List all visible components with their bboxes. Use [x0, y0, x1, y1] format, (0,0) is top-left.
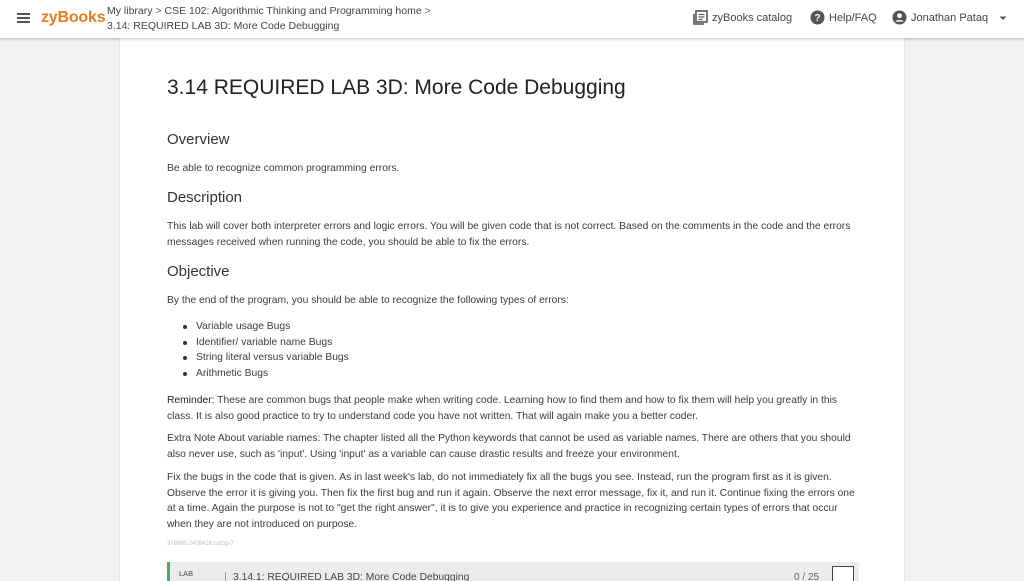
breadcrumb-course-home[interactable]: CSE 102: Algorithmic Thinking and Progra… [164, 5, 421, 17]
page-title: 3.14 REQUIRED LAB 3D: More Code Debuggin… [167, 76, 626, 99]
book-catalog-icon [693, 10, 708, 25]
question-circle-icon: ? [810, 10, 825, 25]
list-item: Arithmetic Bugs [182, 366, 349, 382]
fix-instructions-paragraph: Fix the bugs in the code that is given. … [167, 472, 855, 530]
user-name: Jonathan Pataq [911, 11, 989, 24]
svg-text:?: ? [814, 13, 820, 24]
lab-title: 3.14.1: REQUIRED LAB 3D: More Code Debug… [233, 572, 470, 581]
breadcrumb-separator: > [421, 5, 431, 17]
reminder-text: These are common bugs that people make w… [167, 395, 838, 422]
description-heading: Description [167, 189, 243, 206]
zybooks-catalog-link[interactable]: zyBooks catalog [693, 10, 792, 26]
reminder-paragraph: Reminder: These are common bugs that peo… [167, 393, 857, 424]
lab-divider [225, 572, 226, 581]
overview-heading: Overview [167, 131, 230, 148]
lab-activity-header[interactable]: LAB 3.14.1: REQUIRED LAB 3D: More Code D… [167, 562, 859, 581]
account-circle-icon [892, 10, 907, 25]
breadcrumb-separator: > [152, 5, 165, 17]
user-menu[interactable]: Jonathan Pataq [892, 10, 1008, 25]
breadcrumb-my-library[interactable]: My library [107, 5, 153, 17]
overview-text: Be able to recognize common programming … [167, 163, 400, 174]
top-bar: zyBooks My library > CSE 102: Algorithmi… [0, 0, 1024, 38]
description-text: This lab will cover both interpreter err… [167, 221, 851, 248]
bug-types-list: Variable usage Bugs Identifier/ variable… [182, 319, 349, 381]
objective-heading: Objective [167, 263, 230, 280]
extra-note-paragraph: Extra Note About variable names: The cha… [167, 433, 851, 460]
caret-down-icon [999, 16, 1007, 20]
objective-text: By the end of the program, you should be… [167, 295, 569, 306]
list-item: Identifier/ variable name Bugs [182, 335, 349, 351]
breadcrumb-current-section: 3.14: REQUIRED LAB 3D: More Code Debuggi… [107, 20, 340, 32]
hamburger-menu-icon[interactable] [17, 13, 30, 24]
list-item: Variable usage Bugs [182, 319, 349, 335]
help-label: Help/FAQ [829, 11, 877, 24]
lab-completion-box [832, 566, 854, 581]
help-faq-link[interactable]: ? Help/FAQ [810, 10, 877, 25]
content-id-stamp: 378990.2408426.cxlzqv7 [167, 541, 234, 547]
breadcrumb: My library > CSE 102: Algorithmic Thinki… [107, 4, 431, 34]
lab-tag: LAB [179, 569, 194, 578]
zybooks-logo[interactable]: zyBooks [41, 9, 106, 27]
reminder-label: Reminder: [167, 395, 215, 406]
catalog-label: zyBooks catalog [712, 11, 793, 24]
lab-score: 0 / 25 [794, 572, 820, 581]
list-item: String literal versus variable Bugs [182, 350, 349, 366]
content-card: 3.14 REQUIRED LAB 3D: More Code Debuggin… [120, 38, 904, 581]
